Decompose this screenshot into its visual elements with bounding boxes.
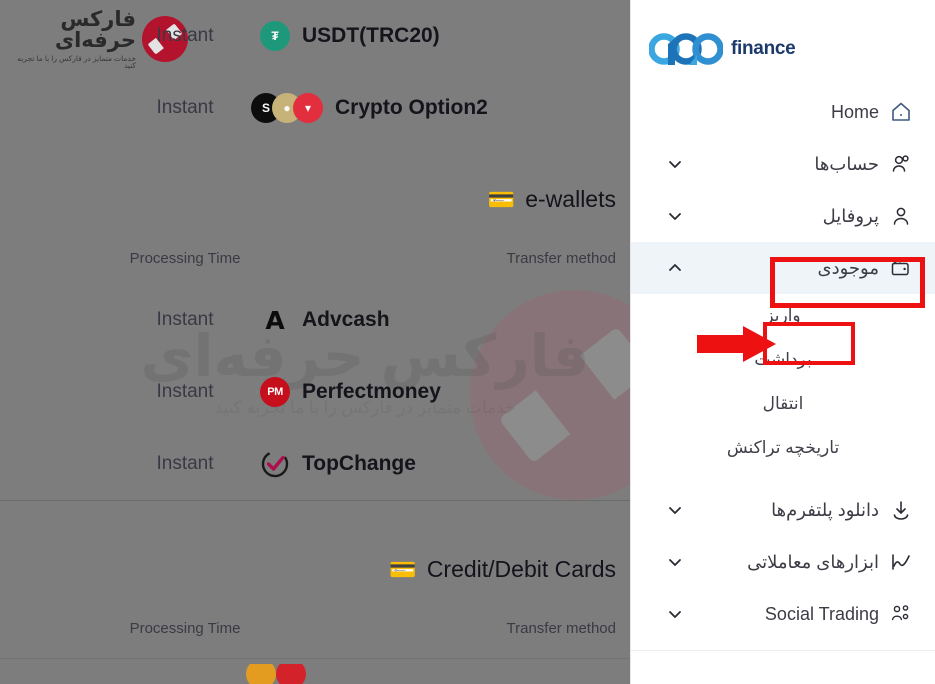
sidebar-subitem-label: انتقال: [762, 394, 804, 413]
column-header-processing-time: Processing Time: [129, 620, 241, 637]
download-icon: [889, 498, 913, 522]
sidebar-item-download-platforms[interactable]: دانلود پلتفرم‌ها: [631, 484, 935, 536]
sidebar-item-profile[interactable]: پروفایل: [631, 190, 935, 242]
chevron-down-icon[interactable]: [665, 604, 685, 624]
social-users-icon: [889, 602, 913, 626]
home-icon: [889, 100, 913, 124]
main-content-area: فارکس حرفه‌ای خدمات متمایز در فارکس را ب…: [0, 0, 630, 684]
processing-time-cell: Instant: [70, 284, 300, 356]
processing-time-value: Instant: [156, 97, 214, 118]
table-row[interactable]: S ● ▾ Crypto Option2 Instant: [0, 72, 630, 144]
mastercard-icon: [276, 664, 306, 684]
mastercard-icon: [246, 664, 276, 684]
column-headers: Transfer method Processing Time: [0, 620, 630, 654]
processing-time-cell: Instant: [70, 72, 300, 144]
table-row[interactable]: PM Perfectmoney Instant: [0, 356, 630, 428]
sidebar-item-label: Home: [830, 101, 879, 122]
sidebar-submenu-balance: واریز برداشت انتقال تاریخچه تراکنش: [631, 294, 935, 470]
brand-logo[interactable]: finance: [631, 0, 935, 86]
sidebar-item-trading-tools[interactable]: ابزارهای معاملاتی: [631, 536, 935, 588]
section-header-cards: 💳 Credit/Debit Cards: [0, 548, 630, 604]
sidebar-item-accounts[interactable]: حساب‌ها: [631, 138, 935, 190]
transfer-method-cell: TopChange: [260, 428, 630, 500]
processing-time-cell: Instant: [70, 428, 300, 500]
sidebar-subitem-transaction-history[interactable]: تاریخچه تراکنش: [631, 426, 935, 470]
method-name: TopChange: [302, 452, 416, 475]
transfer-method-cell: A Advcash: [260, 284, 630, 356]
column-headers: Transfer method Processing Time: [0, 250, 630, 284]
wallet-icon: [889, 256, 913, 280]
section-header-e-wallets: 💳 e-wallets: [0, 178, 630, 234]
table-row[interactable]: [0, 664, 630, 684]
method-name: Crypto Option2: [335, 96, 488, 119]
transfer-method-cell: PM Perfectmoney: [260, 356, 630, 428]
wallet-icon: 💳: [487, 186, 516, 212]
column-header-transfer-method: Transfer method: [506, 250, 617, 267]
method-icons: [246, 664, 306, 684]
sidebar-subitem-label: واریز: [765, 306, 801, 325]
sidebar-subitem-transfer[interactable]: انتقال: [631, 382, 935, 426]
opo-logo-icon: [648, 33, 724, 65]
sidebar-item-label: Social Trading: [764, 603, 879, 624]
chevron-down-icon[interactable]: [665, 500, 685, 520]
sidebar-subitem-label: برداشت: [754, 350, 812, 369]
processing-time-value: Instant: [156, 453, 214, 474]
chevron-down-icon[interactable]: [665, 154, 685, 174]
sidebar-item-label: موجودی: [817, 257, 879, 278]
table-row[interactable]: A Advcash Instant: [0, 284, 630, 356]
transfer-method-cell: ₮ USDT(TRC20): [260, 0, 630, 72]
sidebar-navigation: finance Home: [630, 0, 935, 684]
sidebar-subitem-deposit[interactable]: واریز: [631, 294, 935, 338]
chevron-down-icon[interactable]: [665, 552, 685, 572]
sidebar-item-balance[interactable]: موجودی: [631, 242, 935, 294]
column-header-transfer-method: Transfer method: [506, 620, 617, 637]
user-icon: [889, 204, 913, 228]
app-root: فارکس حرفه‌ای خدمات متمایز در فارکس را ب…: [0, 0, 935, 684]
section-title: Credit/Debit Cards: [426, 556, 616, 582]
chevron-down-icon[interactable]: [665, 206, 685, 226]
card-icon: 💳: [389, 556, 417, 582]
column-header-processing-time: Processing Time: [129, 250, 241, 267]
method-name: USDT(TRC20): [302, 24, 440, 47]
sidebar-item-label: دانلود پلتفرم‌ها: [771, 499, 879, 520]
table-row[interactable]: ₮ USDT(TRC20) Instant: [0, 0, 630, 72]
sidebar-divider: [631, 650, 935, 651]
method-name: Perfectmoney: [302, 380, 441, 403]
brand-name: finance: [731, 38, 796, 59]
chevron-up-icon[interactable]: [665, 258, 685, 278]
sidebar-item-home[interactable]: Home: [631, 86, 935, 138]
section-divider: [0, 500, 630, 501]
sidebar-item-label: حساب‌ها: [814, 153, 879, 174]
processing-time-cell: Instant: [70, 356, 300, 428]
sidebar-subitem-withdraw[interactable]: برداشت: [631, 338, 935, 382]
sidebar-item-label: ابزارهای معاملاتی: [747, 551, 879, 572]
processing-time-value: Instant: [156, 25, 214, 46]
transfer-method-cell: [246, 664, 630, 684]
chart-line-icon: [889, 550, 913, 574]
table-row[interactable]: TopChange Instant: [0, 428, 630, 500]
section-divider: [0, 658, 630, 659]
method-name: Advcash: [302, 308, 390, 331]
section-title: e-wallets: [525, 186, 616, 212]
sidebar-item-social-trading[interactable]: Social Trading: [631, 588, 935, 640]
transfer-method-cell: S ● ▾ Crypto Option2: [251, 72, 630, 144]
processing-time-cell: Instant: [70, 0, 300, 72]
processing-time-value: Instant: [156, 381, 214, 402]
users-icon: [889, 152, 913, 176]
chevron-placeholder: [665, 102, 685, 122]
sidebar-item-label: پروفایل: [822, 205, 879, 226]
sidebar-subitem-label: تاریخچه تراکنش: [726, 438, 840, 457]
processing-time-value: Instant: [156, 309, 214, 330]
